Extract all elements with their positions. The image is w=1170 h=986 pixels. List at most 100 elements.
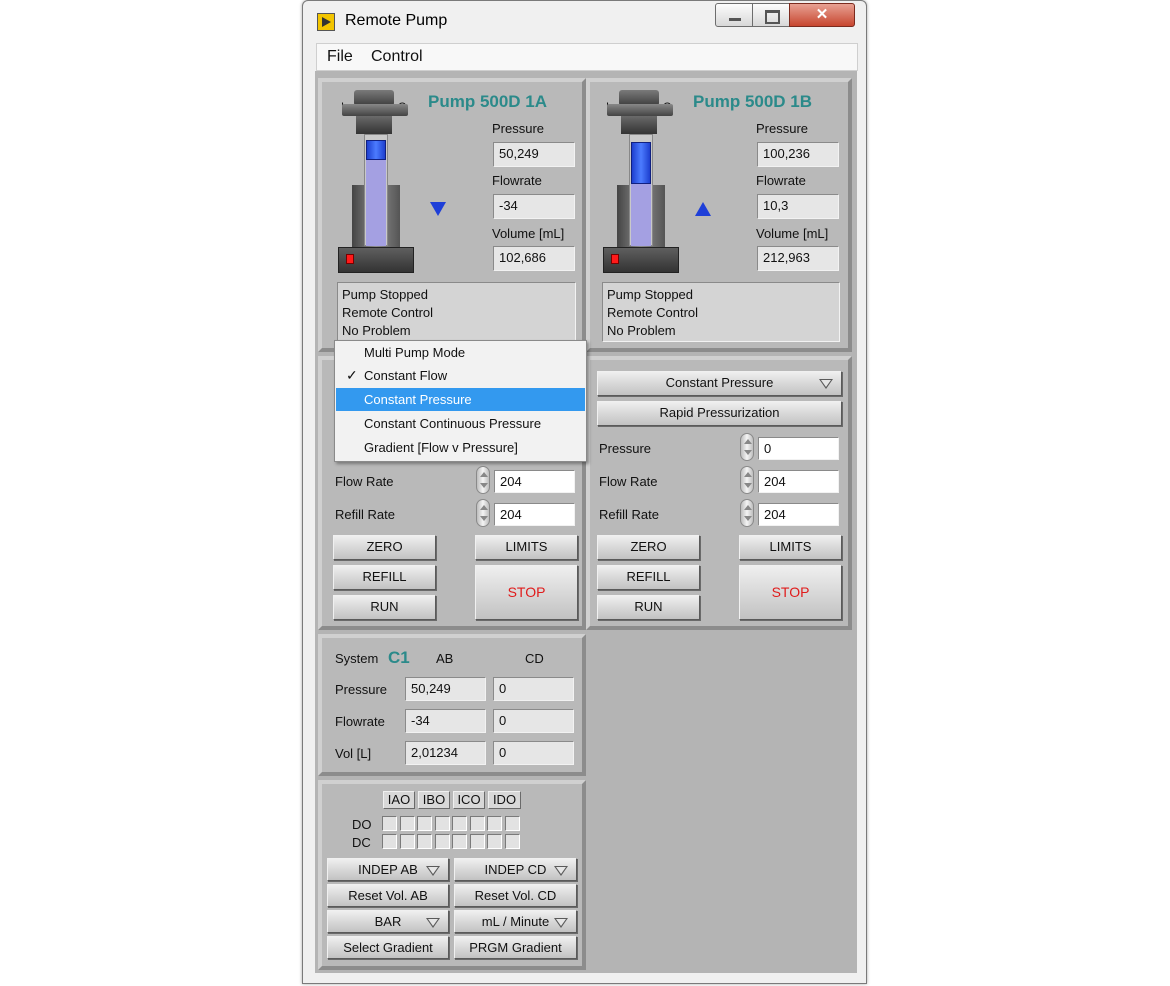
dc-indicator-led <box>487 834 502 849</box>
pump-b-limits-button[interactable]: LIMITS <box>739 535 842 560</box>
pump-b-volume-field: 212,963 <box>757 246 839 271</box>
pump-b-pressure-label: Pressure <box>756 121 809 136</box>
dc-indicator-led <box>504 834 520 849</box>
pump-b-pressure-field: 100,236 <box>757 142 839 167</box>
pressure-unit-dropdown[interactable]: BAR <box>327 910 449 933</box>
dc-indicator-led <box>417 834 432 849</box>
pump-b-pressure-setpoint-label: Pressure <box>599 441 652 456</box>
menu-file[interactable]: File <box>327 48 353 66</box>
pump-b-zero-button[interactable]: ZERO <box>597 535 700 560</box>
pump-b-flow-rate-input[interactable]: 204 <box>758 470 839 493</box>
system-id: C1 <box>388 648 410 667</box>
maximize-button[interactable] <box>752 3 790 27</box>
pressure-unit-value: BAR <box>374 914 402 929</box>
pump-b-piston <box>631 142 651 184</box>
menu-item-constant-continuous-pressure[interactable]: Constant Continuous Pressure <box>336 412 585 435</box>
pump-b-stop-button[interactable]: STOP <box>739 565 842 620</box>
mode-popup-menu: Multi Pump Mode ✓ Constant Flow Constant… <box>334 340 587 462</box>
pump-a-status-line: Remote Control <box>342 305 434 320</box>
reset-vol-cd-button[interactable]: Reset Vol. CD <box>454 884 577 907</box>
do-indicator-led <box>504 816 520 831</box>
pump-a-direction-arrow-icon <box>430 202 446 216</box>
pump-a-flow-rate-spinner[interactable] <box>476 466 490 494</box>
menu-item-constant-flow[interactable]: ✓ Constant Flow <box>336 364 585 387</box>
system-volume-ab: 2,01234 <box>405 741 486 765</box>
pump-a-flowrate-label: Flowrate <box>492 173 542 188</box>
pump-a-refill-button[interactable]: REFILL <box>333 565 436 590</box>
io-header: IDO <box>488 791 521 809</box>
chevron-down-icon <box>554 918 568 928</box>
pump-a-flow-rate-label: Flow Rate <box>335 474 394 489</box>
pump-a-name: Pump 500D 1A <box>428 92 548 111</box>
menu-item-constant-pressure[interactable]: Constant Pressure <box>336 388 585 411</box>
pump-b-status-box: Pump Stopped Remote Control No Problem <box>602 282 840 342</box>
pump-b-mode-dropdown[interactable]: Constant Pressure <box>597 371 842 396</box>
menu-control[interactable]: Control <box>371 48 423 66</box>
pump-a-limits-button[interactable]: LIMITS <box>475 535 578 560</box>
do-indicator-led <box>434 816 450 831</box>
title-bar[interactable]: Remote Pump ✕ <box>303 1 866 41</box>
close-button[interactable]: ✕ <box>789 3 855 27</box>
dc-indicator-led <box>434 834 450 849</box>
select-gradient-button[interactable]: Select Gradient <box>327 936 449 959</box>
pump-a-pressure-label: Pressure <box>492 121 545 136</box>
chevron-down-icon <box>554 866 568 876</box>
pump-b-run-button[interactable]: RUN <box>597 595 700 620</box>
indep-ab-dropdown[interactable]: INDEP AB <box>327 858 449 881</box>
menu-item-multi-pump-mode[interactable]: Multi Pump Mode <box>336 341 585 364</box>
pump-a-flowrate-field: -34 <box>493 194 575 219</box>
pump-b-refill-button[interactable]: REFILL <box>597 565 700 590</box>
indep-ab-value: INDEP AB <box>358 862 418 877</box>
pump-b-status-led <box>611 254 619 264</box>
chevron-down-icon <box>426 918 440 928</box>
do-indicator-led <box>382 816 397 831</box>
prgm-gradient-button[interactable]: PRGM Gradient <box>454 936 577 959</box>
io-header: IBO <box>418 791 450 809</box>
pump-a-stop-button[interactable]: STOP <box>475 565 578 620</box>
pump-b-status-line: No Problem <box>607 323 676 338</box>
io-header: ICO <box>453 791 485 809</box>
pump-b-graphic <box>603 90 679 275</box>
pump-b-refill-rate-spinner[interactable] <box>740 499 754 527</box>
system-pressure-ab: 50,249 <box>405 677 486 701</box>
system-pressure-cd: 0 <box>493 677 574 701</box>
io-header: IAO <box>383 791 415 809</box>
pump-b-direction-arrow-icon <box>695 202 711 216</box>
pump-b-flowrate-field: 10,3 <box>757 194 839 219</box>
dc-row-label: DC <box>352 835 371 850</box>
pump-a-zero-button[interactable]: ZERO <box>333 535 436 560</box>
do-indicator-led <box>399 816 415 831</box>
minimize-button[interactable] <box>715 3 753 27</box>
dc-indicator-led <box>469 834 485 849</box>
pump-b-pressure-input[interactable]: 0 <box>758 437 839 460</box>
pump-a-pressure-field: 50,249 <box>493 142 575 167</box>
flow-unit-dropdown[interactable]: mL / Minute <box>454 910 577 933</box>
system-row-label: Vol [L] <box>335 746 372 761</box>
pump-a-run-button[interactable]: RUN <box>333 595 436 620</box>
indep-cd-dropdown[interactable]: INDEP CD <box>454 858 577 881</box>
system-label: System <box>335 651 379 666</box>
menu-item-gradient-flow-v-pressure[interactable]: Gradient [Flow v Pressure] <box>336 436 585 459</box>
pump-b-status-line: Pump Stopped <box>607 287 694 302</box>
pump-a-volume-field: 102,686 <box>493 246 575 271</box>
checkmark-icon: ✓ <box>346 367 358 383</box>
do-row-label: DO <box>352 817 372 832</box>
reset-vol-ab-button[interactable]: Reset Vol. AB <box>327 884 449 907</box>
pump-a-liquid <box>366 160 386 246</box>
pump-a-status-box: Pump Stopped Remote Control No Problem <box>337 282 576 342</box>
pump-a-graphic <box>338 90 414 275</box>
pump-b-volume-label: Volume [mL] <box>756 226 829 241</box>
chevron-down-icon <box>426 866 440 876</box>
pump-a-refill-rate-spinner[interactable] <box>476 499 490 527</box>
rapid-pressurization-button[interactable]: Rapid Pressurization <box>597 401 842 426</box>
pump-b-refill-rate-input[interactable]: 204 <box>758 503 839 526</box>
pump-b-flow-rate-spinner[interactable] <box>740 466 754 494</box>
pump-a-flow-rate-input[interactable]: 204 <box>494 470 575 493</box>
pump-a-refill-rate-input[interactable]: 204 <box>494 503 575 526</box>
pump-b-pressure-spinner[interactable] <box>740 433 754 461</box>
chevron-down-icon <box>819 379 833 389</box>
flow-unit-value: mL / Minute <box>481 914 550 929</box>
system-row-label: Pressure <box>335 682 388 697</box>
pump-a-status-led <box>346 254 354 264</box>
pump-b-mode-value: Constant Pressure <box>665 375 774 390</box>
